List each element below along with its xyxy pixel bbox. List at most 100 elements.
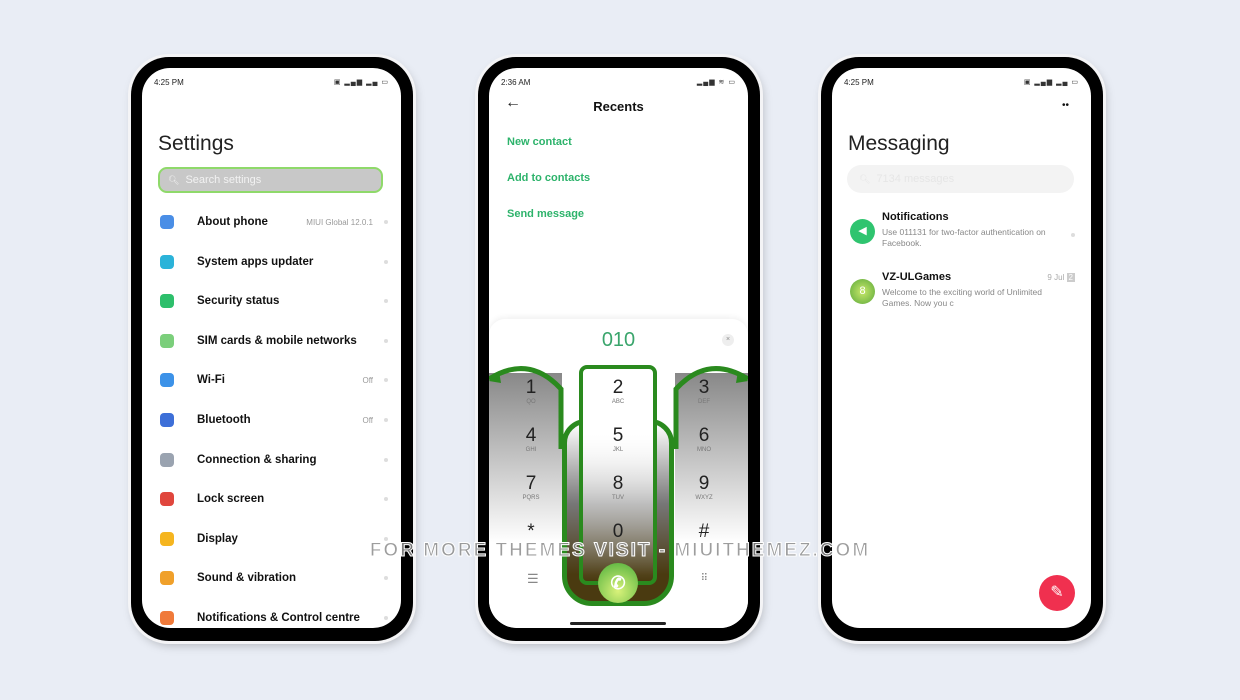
key-digit: 9 [698,473,710,494]
key-letters: MNO [697,447,711,453]
clear-icon[interactable]: × [722,334,734,346]
sim-badge: 2 [1066,273,1075,282]
settings-item[interactable]: SIM cards & mobile networks [142,322,401,360]
compose-button[interactable]: ✎ [1039,575,1075,611]
phone-icon: ✆ [610,573,626,593]
key-digit: 5 [612,425,624,446]
key-letters: ABC [611,399,625,405]
page-title: Settings [158,132,234,155]
bluetooth-icon [160,413,174,427]
new-contact-link[interactable]: New contact [507,136,572,148]
status-bar: 4:25 PM ▣ ▂▄▆ ▂▄ ▭ [154,78,389,87]
chevron-icon [384,457,388,462]
chevron-icon [384,338,388,343]
settings-item[interactable]: Sound & vibration [142,559,401,597]
pencil-icon: ✎ [1050,584,1064,601]
clock: 4:25 PM [154,78,184,87]
send-message-link[interactable]: Send message [507,208,584,220]
notification-icon [160,611,174,625]
search-placeholder: Search settings [185,174,262,186]
key-letters: WXYZ [695,495,713,501]
dialpad-toggle-icon[interactable]: ⠿ [701,573,708,584]
chevron-icon [384,576,388,581]
message-thread[interactable]: ◀ Notifications Use 011131 for two-facto… [848,211,1075,261]
settings-item-label: Wi-Fi [197,374,225,387]
more-options-icon[interactable]: •• [1062,100,1069,111]
thread-name: VZ-ULGames [882,271,952,283]
search-placeholder: 7134 messages [876,173,955,185]
key-digit: 7 [525,473,537,494]
settings-item[interactable]: System apps updater [142,243,401,281]
update-arrows-icon [160,254,174,269]
thread-name: Notifications [882,211,949,223]
key-digit: 2 [612,377,624,398]
search-input[interactable]: 🔍︎ 7134 messages [847,165,1074,193]
key-letters: TUV [612,495,624,501]
key-letters: PQRS [522,495,540,501]
dial-key[interactable]: 4 GHI [501,425,561,453]
dial-key[interactable]: 6 MNO [674,425,734,453]
chevron-icon [384,418,388,422]
key-letters: DEF [698,399,710,405]
settings-item-label: Security status [197,295,280,308]
status-bar: 2:36 AM ▂▄▆ ≋ ▭ [501,78,736,87]
settings-item[interactable]: Security status [142,282,401,320]
thread-preview: Welcome to the exciting world of Unlimit… [882,287,1042,308]
dial-key[interactable]: 8 TUV [588,473,648,501]
chevron-icon [384,259,388,264]
key-digit: 6 [698,425,710,446]
dial-key[interactable]: 7 PQRS [501,473,561,501]
dial-key[interactable]: 3 DEF [674,377,734,405]
signal-battery-icon: ▣ ▂▄▆ ▂▄ ▭ [333,79,389,86]
key-letters: GHI [525,447,537,453]
settings-item-label: Notifications & Control centre [197,612,360,624]
bell-icon [160,571,174,586]
signal-battery-icon: ▂▄▆ ≋ ▭ [696,79,736,86]
settings-item-label: About phone [197,216,268,228]
sim-icon [160,333,174,348]
dial-key[interactable]: 2 ABC [588,377,648,405]
page-title: Recents [593,99,644,114]
key-letters: JKL [612,447,624,453]
key-digit: 8 [612,473,624,494]
contact-avatar-icon: 8 [850,279,875,304]
watermark: FOR MORE THEMES VISIT - MIUITHEMEZ.COM [369,540,871,562]
settings-item[interactable]: Lock screen [142,480,401,518]
thread-date: 9 Jul [1047,273,1065,282]
chevron-icon [384,378,388,383]
shield-icon [160,294,174,309]
settings-item[interactable]: About phone MIUI Global 12.0.1 [142,203,401,241]
wifi-icon [160,373,174,388]
settings-item[interactable]: Bluetooth Off [142,401,401,439]
add-to-contacts-link[interactable]: Add to contacts [507,172,590,184]
key-digit: 1 [525,377,537,398]
key-digit: 3 [698,377,710,398]
search-input[interactable]: 🔍︎ Search settings [158,167,383,193]
menu-icon[interactable]: ☰ [527,571,539,587]
settings-item-label: SIM cards & mobile networks [197,334,357,347]
dialed-number: 010 [601,329,636,351]
connection-icon [160,452,174,467]
status-bar: 4:25 PM ▣ ▂▄▆ ▂▄ ▭ [844,78,1079,87]
settings-item-label: System apps updater [197,255,314,268]
settings-item[interactable]: Connection & sharing [142,441,401,479]
page-title: Messaging [848,132,950,155]
dial-key[interactable]: 9 WXYZ [674,473,734,501]
chevron-icon [384,616,388,620]
search-icon: 🔍︎ [168,174,180,185]
chevron-icon [384,299,388,304]
settings-item-label: Bluetooth [197,414,251,426]
settings-item[interactable]: Wi-Fi Off [142,361,401,399]
thread-preview: Use 011131 for two-factor authentication… [882,227,1046,248]
key-letters: QO [526,399,536,405]
key-digit: 4 [525,425,537,446]
chevron-icon [384,497,388,502]
settings-item-label: Lock screen [197,493,265,506]
call-button[interactable]: ✆ [598,563,638,603]
settings-item[interactable]: Notifications & Control centre [142,599,401,628]
settings-item-value: MIUI Global 12.0.1 [306,217,373,227]
dial-key[interactable]: 5 JKL [588,425,648,453]
message-thread[interactable]: 8 VZ-ULGames 9 Jul 2 Welcome to the exci… [848,271,1075,321]
settings-item-value: Off [362,415,373,425]
dial-key[interactable]: 1 QO [501,377,561,405]
